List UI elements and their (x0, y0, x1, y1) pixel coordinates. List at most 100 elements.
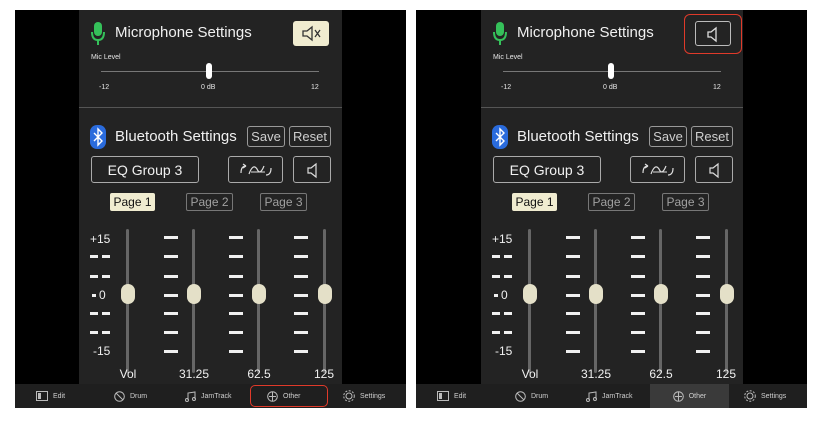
reset-button[interactable]: Reset (691, 126, 733, 147)
tab-page-3[interactable]: Page 3 (662, 193, 709, 211)
scale-bottom-label: -15 (495, 344, 513, 358)
nav-jamtrack[interactable]: JamTrack (185, 384, 231, 408)
channel-label-31: 31.25 (178, 367, 210, 381)
eq-group-selector[interactable]: EQ Group 3 (493, 156, 601, 183)
band-tick (566, 350, 580, 353)
band-tick (164, 331, 178, 334)
settings-panel: Microphone Settings Mic Level -12 0 dB 1… (481, 10, 743, 384)
band-tick (229, 350, 243, 353)
band-tick (294, 236, 308, 239)
band-tick (294, 350, 308, 353)
band-tick (566, 275, 580, 278)
nav-edit[interactable]: Edit (36, 384, 65, 408)
band-tick (164, 255, 178, 258)
nav-drum-label: Drum (531, 392, 549, 400)
band-tick (164, 312, 178, 315)
gear-icon (744, 390, 756, 402)
channel-label-125: 125 (313, 367, 335, 381)
music-note-icon (586, 390, 597, 402)
band-tick (164, 350, 178, 353)
nav-settings-label: Settings (761, 392, 787, 400)
nav-jamtrack[interactable]: JamTrack (586, 384, 632, 408)
mic-max-label: 12 (311, 84, 319, 91)
nav-edit-label: Edit (53, 392, 66, 400)
vol-slider-knob[interactable] (523, 284, 537, 304)
scale-tick (102, 312, 110, 315)
nav-jamtrack-label: JamTrack (201, 392, 232, 400)
scale-mid-label: 0 (99, 288, 106, 302)
drum-icon (114, 390, 125, 402)
eq-speaker-button[interactable] (293, 156, 331, 183)
speaker-muted-icon (302, 25, 321, 42)
band-62-slider-knob[interactable] (654, 284, 668, 304)
vol-slider-knob[interactable] (121, 284, 135, 304)
scale-top-label: +15 (492, 232, 513, 246)
scale-tick (102, 255, 110, 258)
mic-mid-label: 0 dB (201, 84, 216, 91)
band-tick (164, 275, 178, 278)
save-button[interactable]: Save (247, 126, 285, 147)
scale-tick (102, 275, 110, 278)
eq-curve-button[interactable] (630, 156, 685, 183)
eq-group-selector[interactable]: EQ Group 3 (91, 156, 199, 183)
channel-label-125: 125 (715, 367, 737, 381)
band-tick (294, 331, 308, 334)
eq-curve-button[interactable] (228, 156, 283, 183)
band-tick (696, 312, 710, 315)
tab-page-2[interactable]: Page 2 (588, 193, 635, 211)
eq-speaker-button[interactable] (695, 156, 733, 183)
band-125-slider-knob[interactable] (318, 284, 332, 304)
scale-tick (90, 275, 98, 278)
nav-settings-label: Settings (360, 392, 386, 400)
band-tick (566, 294, 580, 297)
screenshot-right: Microphone Settings Mic Level -12 0 dB 1… (416, 10, 807, 408)
band-tick (164, 236, 178, 239)
band-tick (229, 236, 243, 239)
band-tick (631, 255, 645, 258)
nav-drum[interactable]: Drum (114, 384, 147, 408)
save-button[interactable]: Save (649, 126, 687, 147)
nav-other-label: Other (688, 392, 707, 400)
tab-page-1[interactable]: Page 1 (110, 193, 155, 211)
band-tick (696, 275, 710, 278)
scale-tick (492, 331, 500, 334)
bluetooth-icon (90, 125, 106, 149)
nav-settings[interactable]: Settings (744, 384, 786, 408)
tab-page-1[interactable]: Page 1 (512, 193, 557, 211)
tab-page-2[interactable]: Page 2 (186, 193, 233, 211)
screenshot-left: Microphone Settings Mic Level -12 0 dB 1… (15, 10, 406, 408)
band-tick (294, 255, 308, 258)
band-tick (229, 294, 243, 297)
band-tick (631, 236, 645, 239)
nav-settings[interactable]: Settings (343, 384, 385, 408)
band-tick (229, 331, 243, 334)
mic-max-label: 12 (713, 84, 721, 91)
band-125-slider-knob[interactable] (720, 284, 734, 304)
band-tick (164, 294, 178, 297)
drum-icon (515, 390, 526, 402)
mic-level-knob[interactable] (206, 63, 212, 79)
reset-button[interactable]: Reset (289, 126, 331, 147)
nav-drum[interactable]: Drum (515, 384, 548, 408)
other-tab-highlight (250, 385, 328, 407)
nav-other[interactable]: Other (650, 384, 729, 408)
tab-page-3[interactable]: Page 3 (260, 193, 307, 211)
mic-mute-button[interactable] (293, 21, 329, 46)
band-62-slider-knob[interactable] (252, 284, 266, 304)
scale-tick (90, 312, 98, 315)
scale-tick (102, 331, 110, 334)
band-tick (631, 294, 645, 297)
nav-edit[interactable]: Edit (437, 384, 466, 408)
speaker-icon (307, 162, 317, 179)
mic-min-label: -12 (501, 84, 512, 91)
edit-icon (36, 391, 48, 401)
scale-tick (504, 312, 512, 315)
divider (79, 107, 342, 108)
scale-bottom-label: -15 (93, 344, 111, 358)
band-tick (566, 255, 580, 258)
mic-level-knob[interactable] (608, 63, 614, 79)
band-31-slider-knob[interactable] (589, 284, 603, 304)
nav-jamtrack-label: JamTrack (602, 392, 633, 400)
band-31-slider-knob[interactable] (187, 284, 201, 304)
channel-label-vol: Vol (521, 367, 539, 381)
